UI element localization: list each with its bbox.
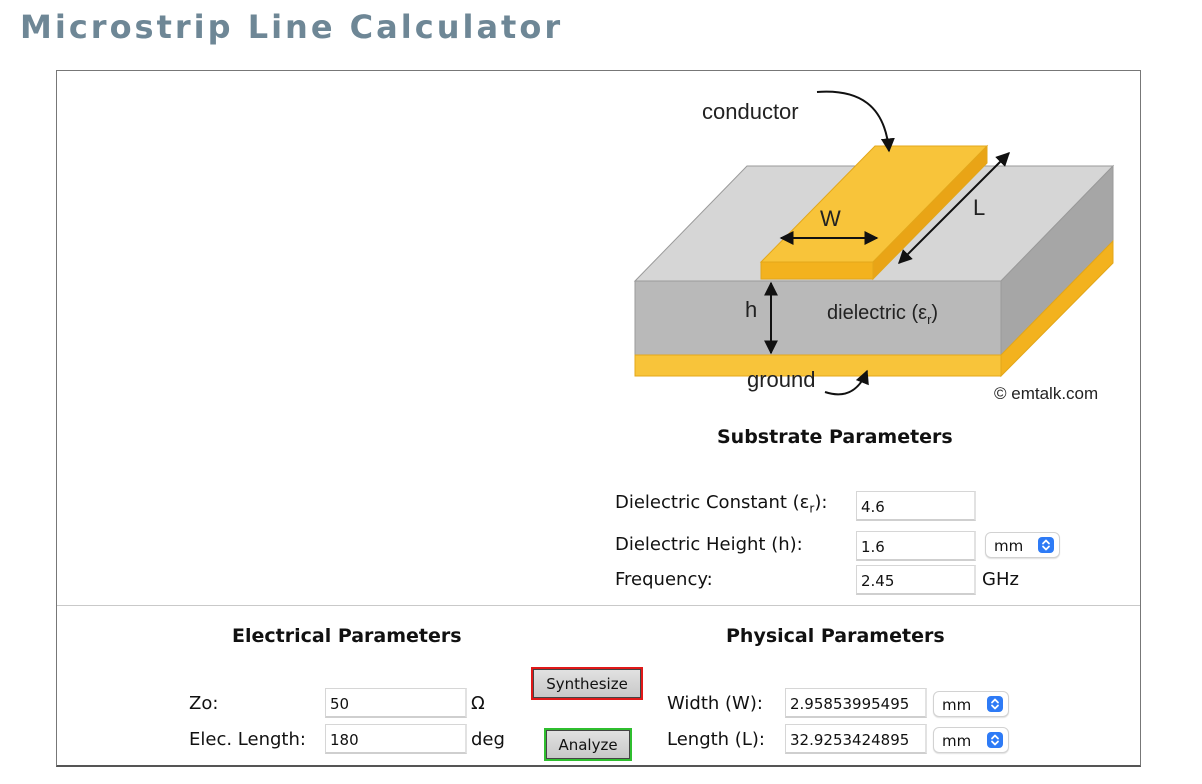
- width-input[interactable]: [785, 688, 927, 718]
- ground-front-face: [634, 354, 1002, 377]
- conductor-label: conductor: [702, 99, 799, 124]
- width-label: W: [820, 206, 841, 231]
- synthesize-button[interactable]: Synthesize: [531, 667, 643, 700]
- zo-input[interactable]: [325, 688, 467, 718]
- electrical-heading: Electrical Parameters: [232, 625, 462, 647]
- ground-label: ground: [747, 367, 816, 392]
- physical-heading: Physical Parameters: [726, 625, 945, 647]
- chevron-updown-icon: [987, 696, 1003, 712]
- dielectric-front-face: [634, 280, 1002, 356]
- length-input[interactable]: [785, 724, 927, 754]
- section-divider: [57, 605, 1140, 606]
- conductor-front-face: [760, 261, 874, 280]
- chevron-updown-icon: [1038, 537, 1054, 553]
- height-unit-select[interactable]: mm: [985, 532, 1060, 558]
- dielectric-label: dielectric (εr): [827, 302, 938, 327]
- frequency-unit: GHz: [982, 569, 1019, 590]
- microstrip-diagram: conductor W L h dielectric (εr) ground ©…: [633, 90, 1115, 403]
- elec-length-input[interactable]: [325, 724, 467, 754]
- width-unit-select[interactable]: mm: [933, 691, 1009, 717]
- width-label: Width (W):: [667, 693, 763, 714]
- frequency-input[interactable]: [856, 565, 976, 595]
- elec-length-label: Elec. Length:: [189, 729, 306, 750]
- width-unit-value: mm: [942, 696, 972, 714]
- zo-label: Zo:: [189, 693, 219, 714]
- page-title: Microstrip Line Calculator: [20, 8, 564, 46]
- height-label: h: [745, 297, 757, 322]
- height-unit-value: mm: [994, 537, 1024, 555]
- length-label: L: [973, 195, 985, 220]
- substrate-heading: Substrate Parameters: [717, 426, 953, 448]
- length-unit-select[interactable]: mm: [933, 727, 1009, 753]
- elec-length-unit: deg: [471, 729, 505, 750]
- length-label: Length (L):: [667, 729, 765, 750]
- dielectric-constant-label: Dielectric Constant (εr):: [615, 492, 828, 516]
- copyright-label: © emtalk.com: [994, 384, 1098, 403]
- frequency-label: Frequency:: [615, 569, 713, 590]
- conductor-pointer-arrow: [816, 90, 895, 153]
- analyze-button[interactable]: Analyze: [544, 728, 632, 761]
- chevron-updown-icon: [987, 732, 1003, 748]
- calculator-panel: conductor W L h dielectric (εr) ground ©…: [56, 70, 1141, 767]
- dielectric-height-input[interactable]: [856, 531, 976, 561]
- dielectric-constant-input[interactable]: [856, 491, 976, 521]
- length-unit-value: mm: [942, 732, 972, 750]
- dielectric-height-label: Dielectric Height (h):: [615, 534, 803, 555]
- zo-unit: Ω: [471, 693, 485, 714]
